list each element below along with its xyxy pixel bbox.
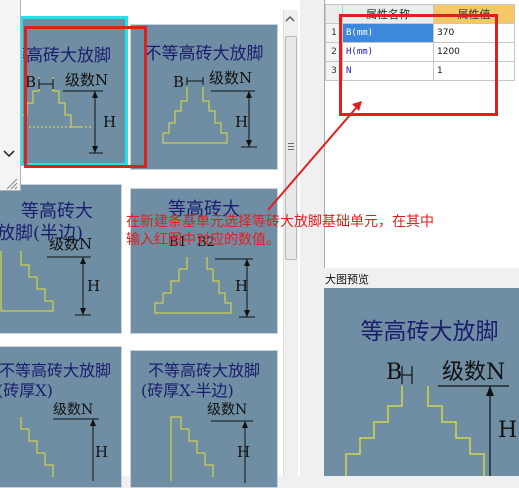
annotation-line-2: 输入红图中对应的数值。: [126, 232, 280, 248]
annotation-line-1: 在新建条基单元选择等砖大放脚基础单元，在其中: [126, 214, 434, 230]
instruction-annotation: 在新建条基单元选择等砖大放脚基础单元，在其中 输入红图中对应的数值。: [126, 213, 434, 249]
